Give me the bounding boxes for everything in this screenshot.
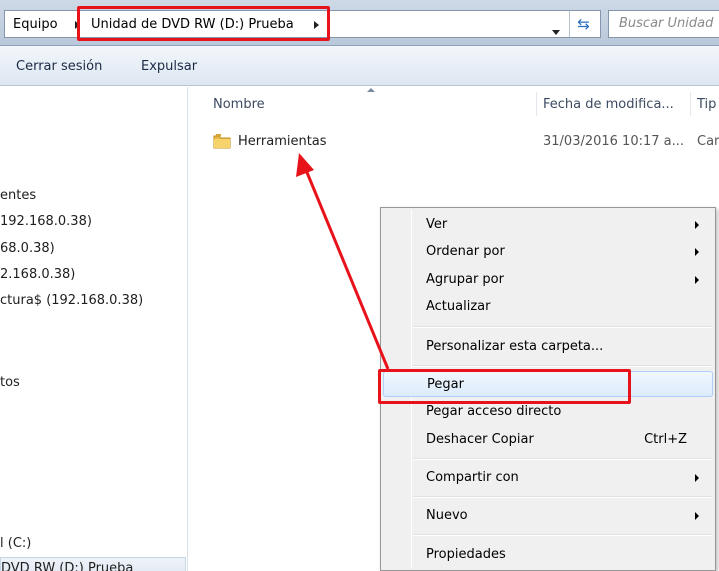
column-header-type[interactable]: Tip [697,97,716,112]
nav-item[interactable]: tos [0,375,20,390]
nav-item-label: DVD RW (D:) Prueba [1,561,134,571]
nav-item-selected[interactable]: DVD RW (D:) Prueba [0,557,186,571]
sort-ascending-icon [367,88,375,92]
menu-item-agrupar-por[interactable]: Agrupar por [383,267,713,293]
nav-item[interactable]: l (C:) [0,536,31,551]
annotation-arrow-line [304,169,390,370]
nav-item[interactable]: entes [0,188,36,203]
command-toolbar: Cerrar sesión Expulsar [0,46,719,86]
submenu-arrow-icon [695,512,699,520]
submenu-arrow-icon [695,474,699,482]
menu-separator [413,326,713,328]
menu-item-compartir-con[interactable]: Compartir con [383,465,713,491]
logout-button[interactable]: Cerrar sesión [16,59,102,74]
address-dropdown-icon[interactable] [552,30,560,35]
menu-item-shortcut: Ctrl+Z [644,432,687,447]
folder-type: Car [697,134,719,149]
refresh-icon: ⇆ [577,15,590,33]
breadcrumb-equipo[interactable]: Equipo [13,15,58,35]
submenu-arrow-icon [695,221,699,229]
menu-item-label: Pegar acceso directo [426,404,562,419]
menu-item-label: Ordenar por [426,244,505,259]
nav-item[interactable]: ctura$ (192.168.0.38) [0,293,143,308]
column-divider[interactable] [690,92,691,116]
submenu-arrow-icon [695,276,699,284]
column-header-date[interactable]: Fecha de modifica... [543,97,674,112]
menu-item-label: Personalizar esta carpeta... [426,339,604,354]
menu-item-actualizar[interactable]: Actualizar [383,294,713,320]
menu-separator [413,534,713,536]
menu-item-deshacer-copiar[interactable]: Deshacer Copiar Ctrl+Z [383,427,713,453]
menu-separator [413,496,713,498]
menu-item-personalizar[interactable]: Personalizar esta carpeta... [383,334,713,360]
folder-icon [213,134,231,149]
nav-item[interactable]: 192.168.0.38) [0,214,92,229]
submenu-arrow-icon [695,248,699,256]
menu-item-label: Compartir con [426,470,519,485]
column-divider[interactable] [536,92,537,116]
menu-item-label: Deshacer Copiar [426,432,534,447]
menu-item-label: Propiedades [426,547,506,562]
search-input[interactable]: Buscar Unidad [608,10,719,38]
menu-item-ordenar-por[interactable]: Ordenar por [383,239,713,265]
nav-item[interactable]: 68.0.38) [0,241,55,256]
menu-item-label: Agrupar por [426,272,504,287]
menu-item-propiedades[interactable]: Propiedades [383,542,713,568]
menu-item-label: Nuevo [426,508,468,523]
menu-separator [413,365,713,367]
navigation-pane: entes 192.168.0.38) 68.0.38) 2.168.0.38)… [0,87,188,571]
eject-button[interactable]: Expulsar [141,59,197,74]
folder-name[interactable]: Herramientas [238,134,327,149]
folder-date: 31/03/2016 10:17 a... [543,134,685,149]
menu-item-ver[interactable]: Ver [383,212,713,238]
menu-item-label: Actualizar [426,299,491,314]
nav-item[interactable]: 2.168.0.38) [0,267,75,282]
annotation-arrow-head [296,153,314,177]
search-placeholder: Buscar Unidad [619,16,714,31]
paste-highlight-box [378,369,631,404]
menu-item-label: Ver [426,217,448,232]
address-highlight-box [77,6,330,41]
column-header-name[interactable]: Nombre [213,97,265,112]
menu-separator [413,458,713,460]
menu-item-nuevo[interactable]: Nuevo [383,503,713,529]
refresh-button[interactable]: ⇆ [569,11,597,37]
